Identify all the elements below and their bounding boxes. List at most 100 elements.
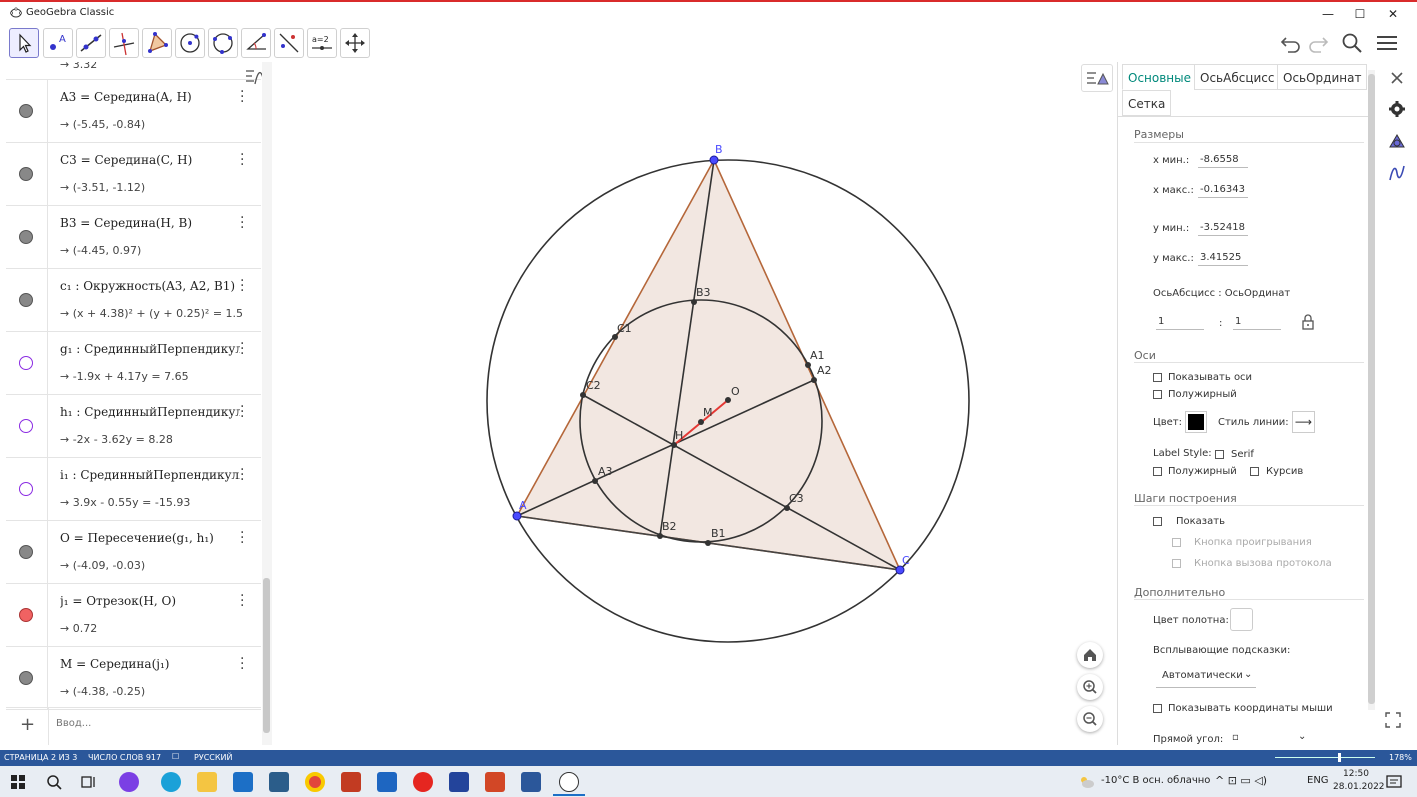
reflect-tool-button[interactable]	[274, 28, 304, 58]
close-window-button[interactable]: ✕	[1378, 5, 1408, 23]
proofing-icon[interactable]: ☐	[172, 752, 179, 761]
perpendicular-tool-button[interactable]	[109, 28, 139, 58]
point-a3[interactable]	[592, 478, 598, 484]
algebra-row[interactable]: O = Пересечение(g₁, h₁) → (-4.09, -0.03) ·…	[6, 521, 261, 584]
point-m[interactable]	[698, 419, 704, 425]
zoom-out-button[interactable]	[1077, 706, 1103, 732]
status-page[interactable]: СТРАНИЦА 2 ИЗ 3	[4, 753, 77, 762]
cloudy-weather-icon[interactable]	[1079, 775, 1095, 789]
algebra-row[interactable]: j₁ = Отрезок(H, O) → 0.72 · · ·	[6, 584, 261, 647]
point-h[interactable]	[671, 442, 677, 448]
visibility-dot-icon[interactable]	[19, 356, 33, 370]
algebra-row[interactable]: A3 = Середина(A, H) → (-5.45, -0.84) · · ·	[6, 80, 261, 143]
more-options-icon[interactable]: · · ·	[240, 337, 248, 361]
axes-color-button[interactable]	[1185, 411, 1207, 433]
line-tool-button[interactable]	[76, 28, 106, 58]
search-icon[interactable]	[1341, 32, 1363, 54]
visibility-dot-icon[interactable]	[19, 230, 33, 244]
move-tool-button[interactable]	[9, 28, 39, 58]
edge-icon[interactable]	[161, 772, 181, 792]
point-b2[interactable]	[657, 533, 663, 539]
algebra-row[interactable]: c₁ : Окружность(A3, A2, B1) → (x + 4.38)²…	[6, 269, 261, 332]
point-c[interactable]	[895, 565, 905, 575]
xmax-field[interactable]: -0.16343	[1198, 184, 1248, 198]
cortana-icon[interactable]	[119, 772, 139, 792]
screen-app-icon[interactable]	[449, 772, 469, 792]
slider-tool-button[interactable]: a=2	[307, 28, 337, 58]
chrome-icon[interactable]	[305, 772, 325, 792]
zoom-in-button[interactable]	[1077, 674, 1103, 700]
point-tool-button[interactable]: A	[43, 28, 73, 58]
graphics-view[interactable]: A B C A1 A2 A3 B1 B2 B3 C1 C2 C3 H O M	[281, 62, 1116, 745]
algebra-scrollbar-thumb[interactable]	[263, 578, 270, 733]
minimize-button[interactable]: —	[1313, 5, 1343, 23]
more-options-icon[interactable]: · · ·	[240, 652, 248, 676]
algebra-input-row[interactable]: +	[6, 707, 261, 745]
visibility-dot-icon[interactable]	[19, 671, 33, 685]
more-options-icon[interactable]: · · ·	[240, 211, 248, 235]
store-icon[interactable]	[233, 772, 253, 792]
properties-scrollbar[interactable]	[1368, 70, 1375, 710]
visibility-toggle-cell[interactable]	[6, 458, 48, 520]
game-app-icon[interactable]	[341, 772, 361, 792]
point-c3[interactable]	[784, 505, 790, 511]
task-view-icon[interactable]	[81, 774, 97, 790]
visibility-dot-icon[interactable]	[19, 104, 33, 118]
visibility-toggle-cell[interactable]	[6, 269, 48, 331]
angle-tool-button[interactable]	[241, 28, 271, 58]
visibility-toggle-cell[interactable]	[6, 332, 48, 394]
point-a1[interactable]	[805, 362, 811, 368]
function-curve-icon[interactable]	[1388, 164, 1406, 182]
home-button[interactable]	[1077, 642, 1103, 668]
undo-icon[interactable]	[1280, 32, 1302, 54]
show-axes-checkbox[interactable]	[1153, 373, 1162, 382]
yandex-icon[interactable]	[413, 772, 433, 792]
ratio-x-field[interactable]: 1	[1156, 316, 1204, 330]
more-options-icon[interactable]: · · ·	[240, 274, 248, 298]
show-steps-checkbox[interactable]	[1153, 517, 1162, 526]
redo-icon[interactable]	[1307, 32, 1329, 54]
tab-grid[interactable]: Сетка	[1122, 90, 1172, 116]
keyboard-language[interactable]: ENG	[1307, 775, 1329, 786]
visibility-toggle-cell[interactable]	[6, 647, 48, 709]
visibility-dot-icon[interactable]	[19, 545, 33, 559]
tab-basic[interactable]: Основные	[1122, 64, 1198, 90]
close-icon[interactable]	[1389, 70, 1405, 86]
algebra-row[interactable]: i₁ : СрединныйПерпендикуляр(b) → 3.9x - 0…	[6, 458, 261, 521]
clock-date[interactable]: 28.01.2022	[1333, 782, 1385, 792]
tooltips-dropdown[interactable]: Автоматически ⌄	[1156, 664, 1256, 688]
graphics-style-button[interactable]	[1081, 64, 1113, 92]
algebra-definition[interactable]: j₁ = Отрезок(H, O)	[60, 594, 240, 608]
algebra-definition[interactable]: A3 = Середина(A, H)	[60, 90, 240, 104]
algebra-row[interactable]: M = Середина(j₁) → (-4.38, -0.25) · · ·	[6, 647, 261, 710]
italic-checkbox[interactable]	[1250, 467, 1259, 476]
point-b3[interactable]	[691, 299, 697, 305]
plus-icon[interactable]: +	[20, 714, 35, 735]
point-a[interactable]	[512, 511, 522, 521]
file-explorer-icon[interactable]	[197, 772, 217, 792]
label-bold-checkbox[interactable]	[1153, 467, 1162, 476]
algebra-definition[interactable]: c₁ : Окружность(A3, A2, B1)	[60, 279, 240, 293]
background-color-button[interactable]	[1230, 608, 1253, 631]
circle-center-tool-button[interactable]	[175, 28, 205, 58]
visibility-toggle-cell[interactable]	[6, 80, 48, 142]
graphics-view-icon[interactable]	[1388, 132, 1406, 150]
status-zoom[interactable]: 178%	[1389, 753, 1412, 762]
mail-icon[interactable]	[377, 772, 397, 792]
status-words[interactable]: ЧИСЛО СЛОВ 917	[88, 753, 161, 762]
more-options-icon[interactable]: · · ·	[240, 148, 248, 172]
visibility-dot-icon[interactable]	[19, 482, 33, 496]
algebra-row[interactable]: h₁ : СрединныйПерпендикуляр(c) → -2x - 3.…	[6, 395, 261, 458]
algebra-definition[interactable]: i₁ : СрединныйПерпендикуляр(b)	[60, 468, 240, 482]
point-b1[interactable]	[705, 540, 711, 546]
zoom-slider[interactable]	[1275, 757, 1375, 758]
zoom-slider-thumb[interactable]	[1338, 753, 1341, 762]
algebra-row[interactable]: C3 = Середина(C, H) → (-3.51, -1.12) · · ·	[6, 143, 261, 206]
xmin-field[interactable]: -8.6558	[1198, 154, 1248, 168]
powerpoint-icon[interactable]	[485, 772, 505, 792]
word-icon[interactable]	[521, 772, 541, 792]
algebra-definition[interactable]: M = Середина(j₁)	[60, 657, 240, 671]
algebra-definition[interactable]: B3 = Середина(H, B)	[60, 216, 240, 230]
visibility-dot-icon[interactable]	[19, 293, 33, 307]
algebra-definition[interactable]: g₁ : СрединныйПерпендикуляр(a)	[60, 342, 240, 356]
